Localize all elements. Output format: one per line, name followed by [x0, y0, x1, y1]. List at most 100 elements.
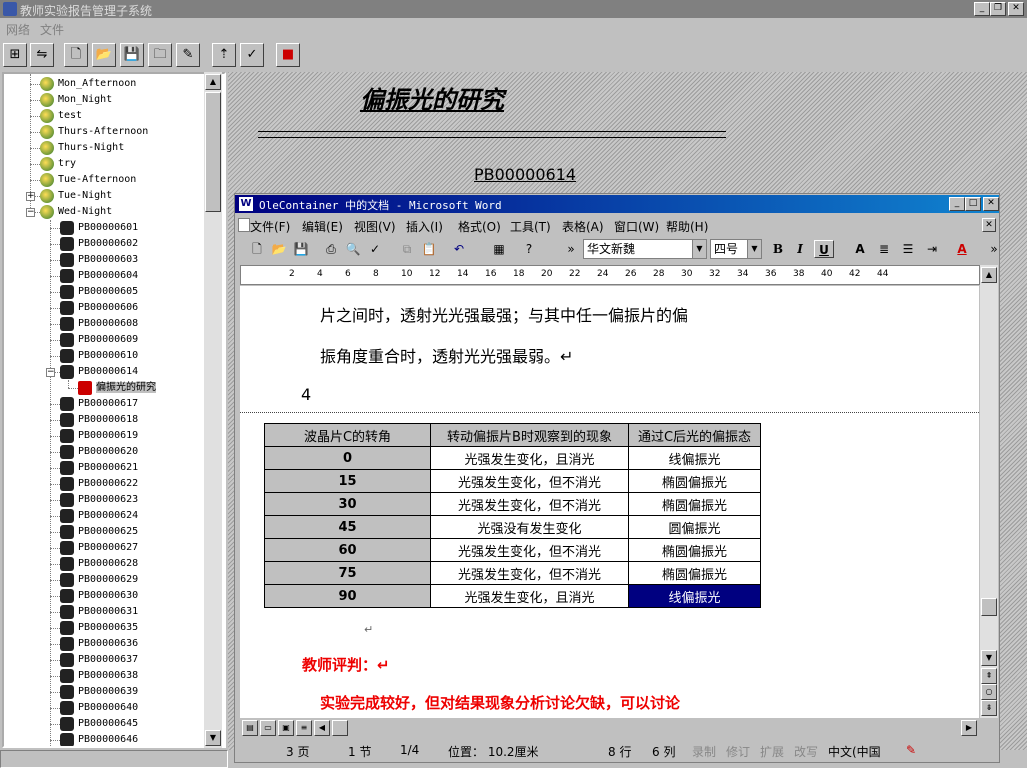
tree-item-student[interactable]: PB00000630 [60, 588, 138, 604]
tree-item-student[interactable]: PB00000629 [60, 572, 138, 588]
more-icon[interactable]: » [984, 240, 1004, 258]
table-cell[interactable]: 光强发生变化，但不消光 [430, 492, 629, 516]
tree-item-student[interactable]: PB00000618 [60, 412, 138, 428]
tree-item-student[interactable]: PB00000603 [60, 252, 138, 268]
word-maximize-button[interactable]: □ [965, 197, 981, 211]
tree-item-class[interactable]: test [40, 108, 82, 124]
word-menu-view[interactable]: 视图(V) [354, 218, 396, 235]
tree-item-student[interactable]: PB00000601 [60, 220, 138, 236]
open-icon[interactable]: 📂 [269, 240, 289, 258]
help-icon[interactable]: ? [519, 240, 539, 258]
collapse-icon[interactable]: − [46, 368, 55, 377]
table-cell[interactable]: 0 [264, 446, 431, 470]
table-cell[interactable]: 90 [264, 584, 431, 608]
word-menu-edit[interactable]: 编辑(E) [302, 218, 343, 235]
scroll-thumb[interactable] [205, 92, 221, 212]
menu-network[interactable]: 网络 [6, 21, 30, 38]
word-minimize-button[interactable]: _ [949, 197, 965, 211]
tree-item-student[interactable]: PB00000645 [60, 716, 138, 732]
tree-item-class[interactable]: try [40, 156, 76, 172]
bullets-icon[interactable]: ☰ [898, 240, 918, 258]
web-view-icon[interactable]: ▭ [260, 720, 276, 736]
table-cell[interactable]: 圆偏振光 [628, 515, 761, 539]
scroll-down-button[interactable]: ▼ [205, 730, 221, 746]
tree-item-student[interactable]: PB00000624 [60, 508, 138, 524]
tree-item-student[interactable]: PB00000622 [60, 476, 138, 492]
scroll-right-button[interactable]: ▶ [961, 720, 977, 736]
doc-hscrollbar[interactable]: ▤ ▭ ▣ ≡ ◀ ▶ [240, 719, 979, 737]
scroll-down-button[interactable]: ▼ [981, 650, 997, 666]
scroll-left-button[interactable]: ◀ [314, 720, 330, 736]
word-menu-table[interactable]: 表格(A) [562, 218, 604, 235]
new-document-icon[interactable]: 🗋 [64, 43, 88, 67]
table-cell[interactable]: 光强发生变化，但不消光 [430, 561, 629, 585]
word-menu-file[interactable]: 文件(F) [250, 218, 290, 235]
ruler[interactable]: 2 4 6 8 10 12 14 16 18 20 22 24 26 28 30 32 34 36 38 40 42 44 [240, 265, 980, 285]
numbering-icon[interactable]: ≣ [874, 240, 894, 258]
tree-item-class[interactable]: Tue-Afternoon [40, 172, 136, 188]
table-cell[interactable]: 75 [264, 561, 431, 585]
tree-item-student[interactable]: PB00000637 [60, 652, 138, 668]
table-cell[interactable]: 光强发生变化，且消光 [430, 446, 629, 470]
table-cell[interactable]: 线偏振光 [628, 584, 761, 608]
network-icon[interactable]: ⊞ [3, 43, 27, 67]
minimize-button[interactable]: _ [974, 2, 990, 16]
tree-item-class[interactable]: Wed-Night [40, 204, 112, 220]
doc-close-icon[interactable]: ✕ [982, 218, 996, 232]
hscroll-thumb[interactable] [332, 720, 348, 736]
font-color-icon[interactable]: A [952, 240, 972, 258]
tree-item-student[interactable]: PB00000610 [60, 348, 138, 364]
table-cell[interactable]: 光强发生变化，但不消光 [430, 469, 629, 493]
scroll-up-button[interactable]: ▲ [205, 74, 221, 90]
tree-item-student[interactable]: PB00000620 [60, 444, 138, 460]
browse-object-icon[interactable]: ○ [981, 684, 997, 700]
tree-item-student[interactable]: PB00000617 [60, 396, 138, 412]
tree-item-student[interactable]: PB00000621 [60, 460, 138, 476]
size-select[interactable]: 四号 ▼ [710, 239, 762, 259]
table-cell[interactable]: 15 [264, 469, 431, 493]
paste-icon[interactable]: 📋 [419, 240, 439, 258]
table-icon[interactable]: ▦ [489, 240, 509, 258]
tree-item-student[interactable]: PB00000614 [60, 364, 138, 380]
table-cell[interactable]: 椭圆偏振光 [628, 538, 761, 562]
tree-item-student[interactable]: PB00000628 [60, 556, 138, 572]
tree-item-student[interactable]: PB00000604 [60, 268, 138, 284]
tree-item-student[interactable]: PB00000606 [60, 300, 138, 316]
tree-item-report[interactable]: 偏振光的研究 [78, 380, 156, 396]
prev-page-icon[interactable]: ⇞ [981, 668, 997, 684]
new-icon[interactable]: 🗋 [247, 240, 267, 258]
disconnect-icon[interactable]: ⇋ [30, 43, 54, 67]
word-menu-insert[interactable]: 插入(I) [406, 218, 443, 235]
word-menu-help[interactable]: 帮助(H) [666, 218, 708, 235]
chevron-down-icon[interactable]: ▼ [747, 240, 761, 258]
document-page[interactable]: 片之间时，透射光光强最强；与其中任一偏振片的偏 振角度重合时，透射光光强最弱。↵… [240, 286, 979, 718]
save-icon[interactable]: 💾 [291, 240, 311, 258]
table-cell[interactable]: 椭圆偏振光 [628, 561, 761, 585]
bold-icon[interactable]: B [768, 240, 788, 258]
print-icon[interactable]: ⎙ [321, 240, 341, 258]
tree-item-student[interactable]: PB00000640 [60, 700, 138, 716]
table-cell[interactable]: 椭圆偏振光 [628, 469, 761, 493]
menu-file[interactable]: 文件 [40, 21, 64, 38]
word-menu-format[interactable]: 格式(O) [458, 218, 501, 235]
tree-item-student[interactable]: PB00000623 [60, 492, 138, 508]
print-preview-icon[interactable]: 🔍 [343, 240, 363, 258]
page-view-icon[interactable]: ▣ [278, 720, 294, 736]
word-menu-window[interactable]: 窗口(W) [614, 218, 659, 235]
indent-icon[interactable]: ⇥ [922, 240, 942, 258]
next-page-icon[interactable]: ⇟ [981, 700, 997, 716]
tree-item-student[interactable]: PB00000608 [60, 316, 138, 332]
word-menu-tools[interactable]: 工具(T) [510, 218, 551, 235]
table-cell[interactable]: 光强发生变化，且消光 [430, 584, 629, 608]
tree-item-student[interactable]: PB00000602 [60, 236, 138, 252]
tree-item-class[interactable]: Mon_Night [40, 92, 112, 108]
expand-icon[interactable]: + [26, 192, 35, 201]
tree-item-student[interactable]: PB00000605 [60, 284, 138, 300]
table-cell[interactable]: 椭圆偏振光 [628, 492, 761, 516]
char-shading-icon[interactable]: A [850, 240, 870, 258]
close-button[interactable]: ✕ [1008, 2, 1024, 16]
tree-item-student[interactable]: PB00000635 [60, 620, 138, 636]
folder-icon[interactable]: 🗀 [148, 43, 172, 67]
normal-view-icon[interactable]: ▤ [242, 720, 258, 736]
save-icon[interactable]: 💾 [120, 43, 144, 67]
